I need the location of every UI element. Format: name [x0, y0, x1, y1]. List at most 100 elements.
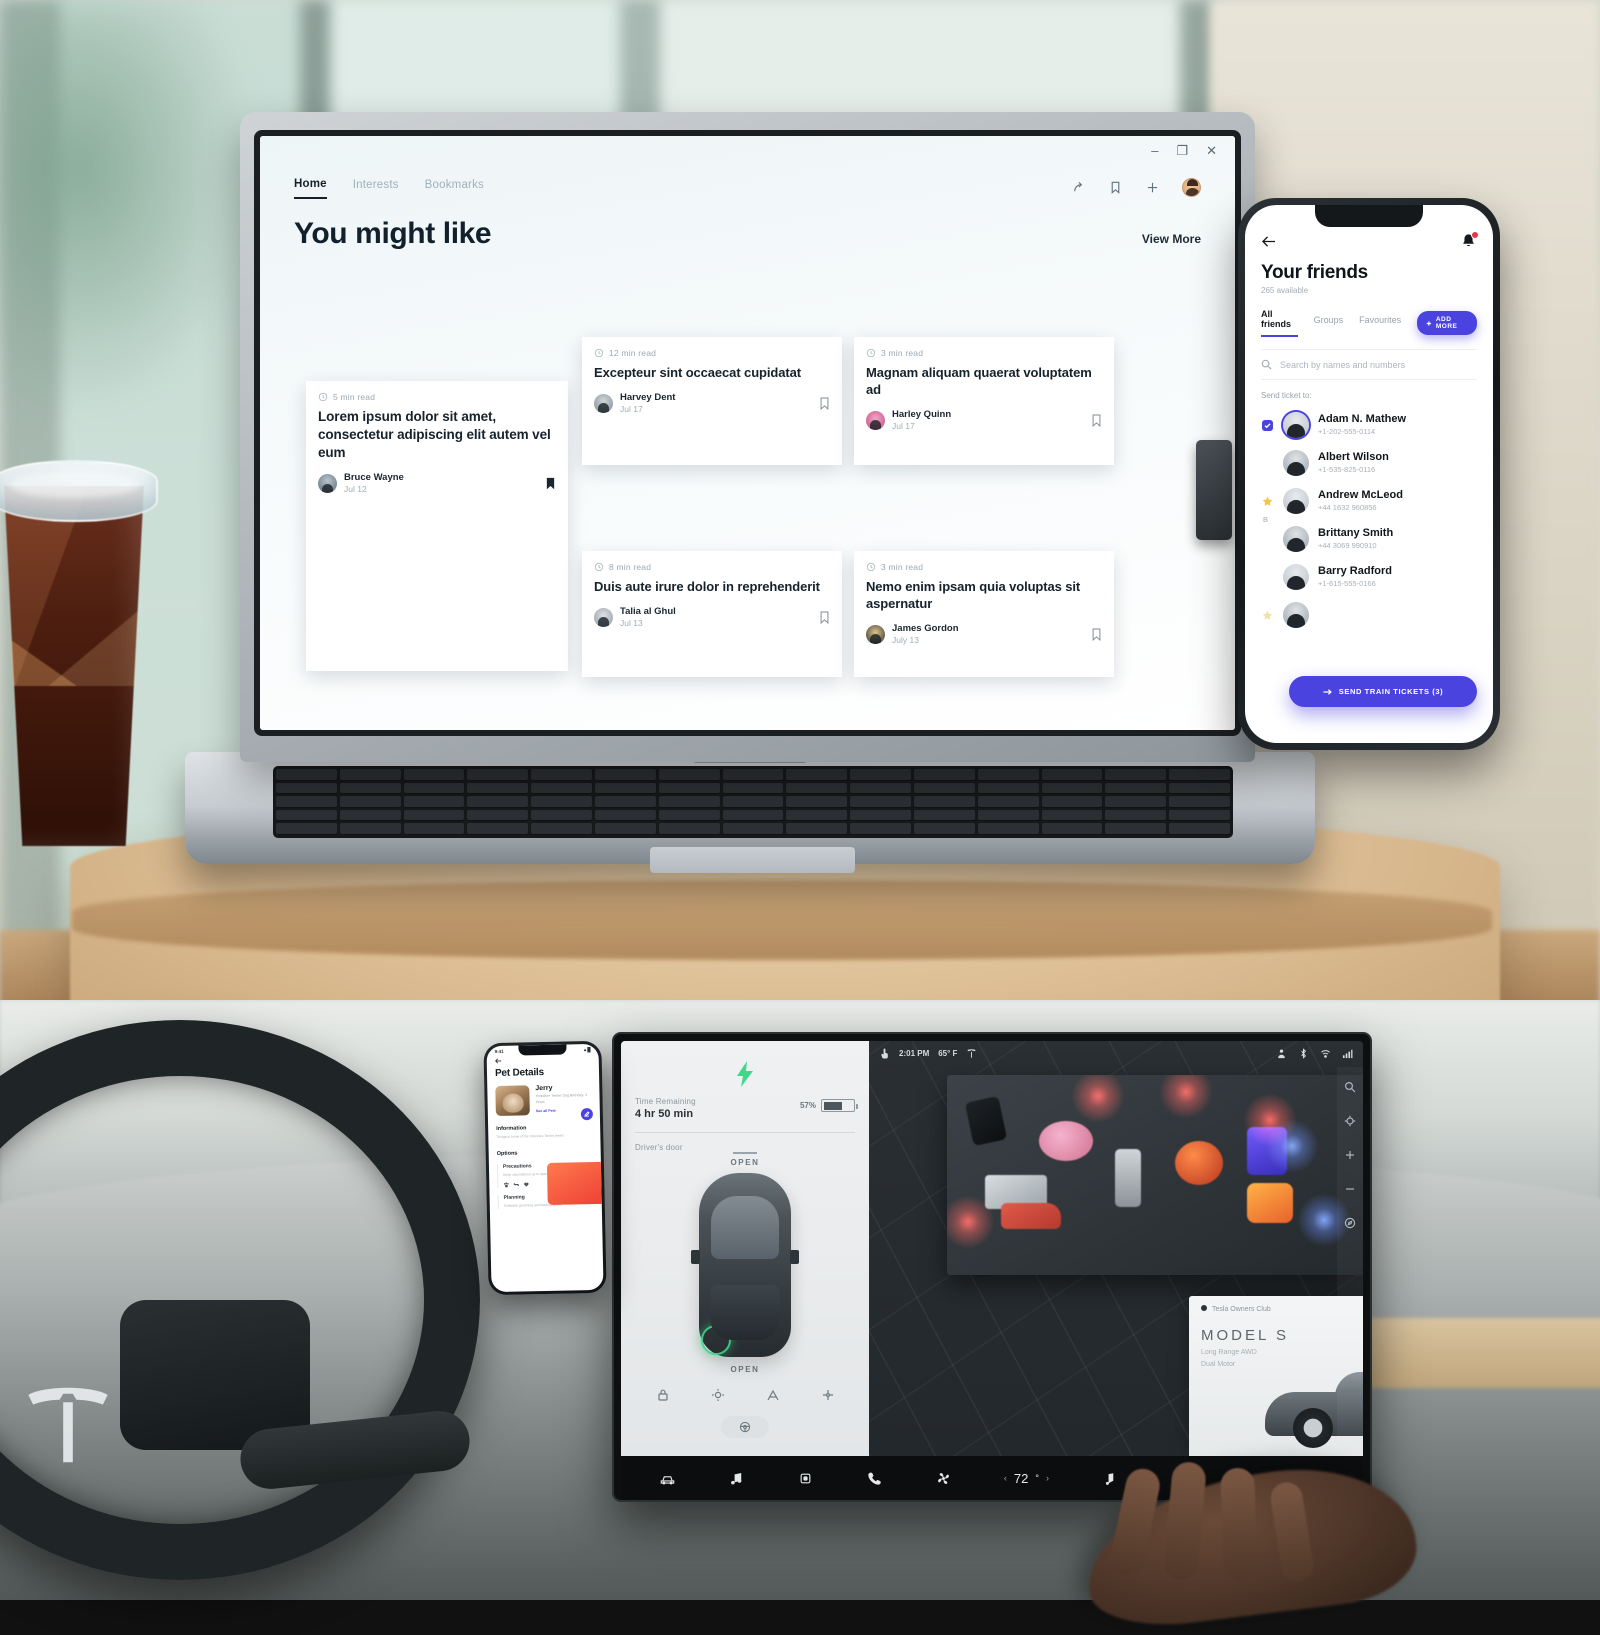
card-author: Harley Quinn Jul 17 [866, 409, 951, 432]
tesla-center-display: Time Remaining 4 hr 50 min 57% Driver's … [612, 1032, 1372, 1502]
temp-increase-icon[interactable]: › [1046, 1473, 1049, 1483]
driver-profile-icon[interactable] [1276, 1048, 1287, 1059]
climate-temperature[interactable]: ‹ 72 ° › [1004, 1471, 1049, 1486]
card-overlay[interactable]: 8 min read Duis aute irure dolor in repr… [582, 551, 842, 677]
volume-note-icon[interactable] [1101, 1470, 1118, 1487]
card-overlay[interactable]: 3 min read Magnam aliquam quaerat volupt… [854, 337, 1114, 465]
card-overlay[interactable]: 12 min read Excepteur sint occaecat cupi… [582, 337, 842, 465]
card-overlay[interactable]: 5 min read Lorem ipsum dolor sit amet, c… [306, 381, 568, 671]
signal-icon[interactable] [1342, 1048, 1353, 1059]
tab-bookmarks[interactable]: Bookmarks [425, 179, 484, 198]
trunk-open-label[interactable]: OPEN [635, 1365, 855, 1374]
light-icon[interactable] [711, 1388, 725, 1402]
star-icon[interactable] [1262, 610, 1273, 621]
apps-icon[interactable] [797, 1470, 814, 1487]
finger [1220, 1467, 1258, 1581]
climate-fan-icon[interactable] [935, 1470, 952, 1487]
temperature-value: 72 [1013, 1470, 1029, 1486]
author-avatar [866, 625, 885, 645]
bookmark-icon[interactable] [1108, 180, 1123, 195]
add-more-button[interactable]: ADD MORE [1417, 311, 1477, 335]
locate-icon[interactable] [1344, 1115, 1356, 1127]
pet-summary[interactable]: Jerry Yorkshire Terrier Dog Birthday: 3 … [495, 1084, 592, 1117]
view-more-link[interactable]: View More [1142, 232, 1201, 246]
wifi-icon[interactable] [1320, 1048, 1331, 1059]
card-tile[interactable]: 5 min read Lorem ipsum dolor sit amet, c… [294, 265, 568, 671]
zoom-in-icon[interactable] [1344, 1149, 1356, 1161]
friend-row[interactable]: Adam N. Mathew +1-202-555-0114 [1261, 412, 1477, 438]
bookmark-icon[interactable] [1091, 414, 1102, 428]
zoom-out-icon[interactable] [1344, 1183, 1356, 1195]
friend-row[interactable]: Albert Wilson +1-535-825-0116 [1261, 450, 1477, 476]
car-icon[interactable] [659, 1470, 676, 1487]
photo-viewer[interactable] [947, 1075, 1363, 1275]
bookmark-icon[interactable] [819, 397, 830, 411]
share-icon[interactable] [1071, 180, 1086, 195]
bookmark-icon[interactable] [545, 477, 556, 490]
selection-mark[interactable] [1261, 419, 1274, 431]
card-tile[interactable]: 8 min read Duis aute irure dolor in repr… [566, 473, 842, 677]
tab-groups[interactable]: Groups [1314, 315, 1344, 331]
tab-interests[interactable]: Interests [353, 179, 399, 198]
compass-icon[interactable] [1344, 1217, 1356, 1229]
card-overlay[interactable]: 3 min read Nemo enim ipsam quia voluptas… [854, 551, 1114, 677]
avatar[interactable] [1182, 178, 1201, 197]
read-time: 8 min read [609, 562, 652, 572]
status-time: 9:41 [494, 1048, 504, 1055]
close-icon[interactable]: ✕ [1206, 144, 1217, 157]
card-date: Jul 12 [344, 484, 367, 495]
wiper-icon[interactable] [766, 1388, 780, 1402]
section-options: Options [496, 1150, 518, 1157]
bookmark-icon[interactable] [1091, 628, 1102, 642]
edit-fab-button[interactable] [580, 1107, 594, 1121]
star-icon[interactable] [1262, 496, 1273, 507]
tab-home[interactable]: Home [294, 178, 327, 199]
minimize-icon[interactable]: – [1151, 144, 1158, 157]
read-time-row: 12 min read [594, 348, 830, 358]
laptop-keyboard [273, 766, 1233, 838]
bookmark-icon[interactable] [819, 611, 830, 625]
temp-decrease-icon[interactable]: ‹ [1004, 1473, 1007, 1483]
friends-header [1261, 231, 1479, 250]
bluetooth-icon[interactable] [1298, 1047, 1309, 1059]
fan-icon[interactable] [821, 1388, 835, 1402]
search-input[interactable]: Search by names and numbers [1261, 349, 1477, 380]
friends-tabs: All friends Groups Favourites ADD MORE [1261, 309, 1477, 337]
car-top-view[interactable] [691, 1172, 799, 1357]
selection-mark[interactable] [1261, 496, 1274, 507]
back-arrow-icon[interactable] [495, 1058, 502, 1064]
friend-row[interactable]: Barry Radford +1-615-555-0166 [1261, 564, 1477, 590]
tesla-map-panel[interactable]: 2:01 PM 65° F Tesla Owners Club MODEL S … [869, 1041, 1363, 1456]
tab-all-friends[interactable]: All friends [1261, 309, 1298, 337]
quick-control-pill[interactable] [721, 1415, 769, 1438]
search-icon [1261, 359, 1272, 370]
checkbox-checked[interactable] [1262, 419, 1273, 431]
photo-canvas [947, 1075, 1363, 1275]
friend-row[interactable]: Andrew McLeod +44 1632 960856 [1261, 488, 1477, 514]
status-time: 2:01 PM [899, 1048, 930, 1058]
friend-avatar [1283, 564, 1309, 590]
notification-button[interactable] [1460, 231, 1479, 250]
status-icons: ▲█ [582, 1047, 591, 1053]
music-icon[interactable] [728, 1470, 745, 1487]
card-tile[interactable]: 3 min read Nemo enim ipsam quia voluptas… [838, 473, 1114, 677]
friend-row-partial[interactable] [1261, 602, 1477, 628]
frunk-open-label[interactable]: OPEN [635, 1152, 855, 1167]
maximize-icon[interactable]: ❐ [1176, 144, 1188, 157]
send-train-tickets-button[interactable]: SEND TRAIN TICKETS (3) [1289, 676, 1477, 707]
plus-icon[interactable] [1145, 180, 1160, 195]
phone-friends-screen: Your friends 265 available All friends G… [1245, 205, 1493, 743]
card-tile[interactable]: 3 min read Magnam aliquam quaerat volupt… [838, 265, 1114, 465]
window-controls[interactable]: – ❐ ✕ [1151, 144, 1217, 157]
laptop-trackpad [650, 847, 855, 873]
lock-icon[interactable] [656, 1388, 670, 1402]
tab-favourites[interactable]: Favourites [1359, 315, 1401, 331]
phone-pet-screen: 9:41 ▲█ Pet Details Jerry Yorkshire Terr… [486, 1043, 604, 1293]
card-tile[interactable]: 12 min read Excepteur sint occaecat cupi… [566, 265, 842, 465]
search-icon[interactable] [1344, 1081, 1356, 1093]
friend-row[interactable]: B Brittany Smith +44 3069 990910 [1261, 517, 1477, 552]
friend-avatar [1283, 488, 1309, 514]
back-arrow-icon[interactable] [1261, 235, 1276, 248]
phone-icon[interactable] [866, 1470, 883, 1487]
selection-mark[interactable] [1261, 610, 1274, 621]
